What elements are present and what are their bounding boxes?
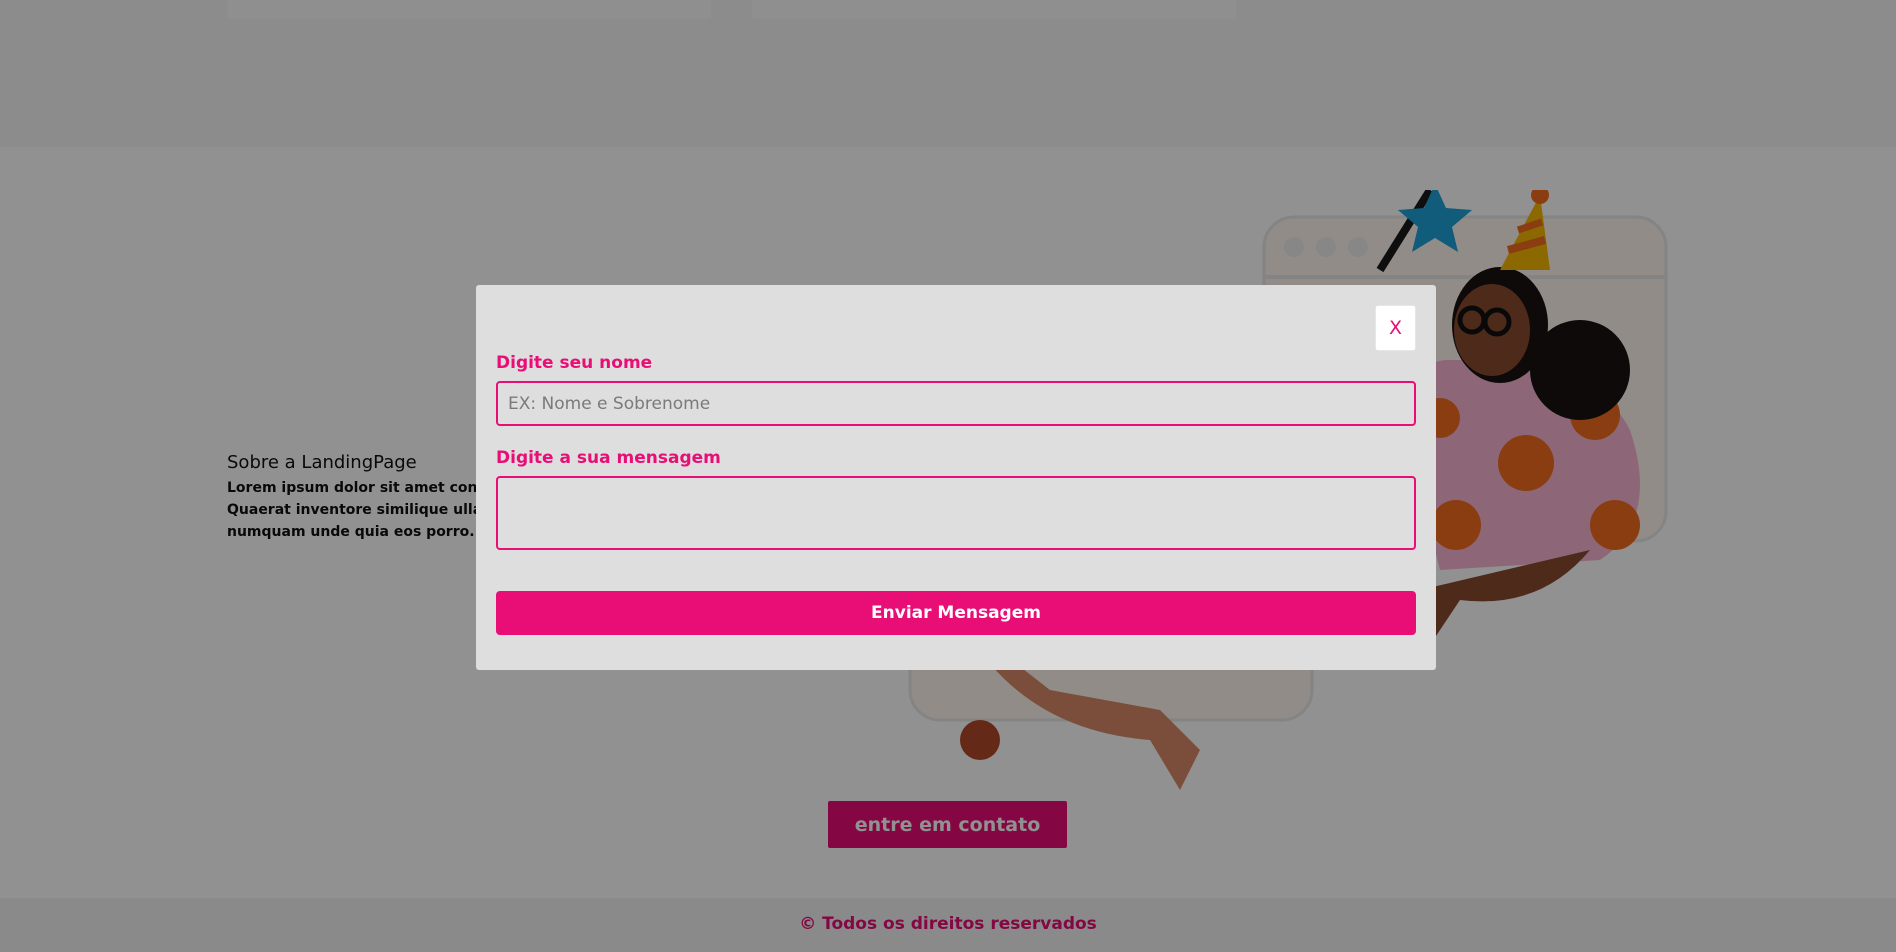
message-textarea[interactable] [496, 476, 1416, 550]
contact-modal: X Digite seu nome Digite a sua mensagem … [476, 285, 1436, 670]
name-label: Digite seu nome [496, 353, 653, 373]
name-input[interactable] [496, 381, 1416, 426]
message-label: Digite a sua mensagem [496, 448, 721, 468]
close-button[interactable]: X [1375, 305, 1416, 351]
send-message-button[interactable]: Enviar Mensagem [496, 591, 1416, 635]
